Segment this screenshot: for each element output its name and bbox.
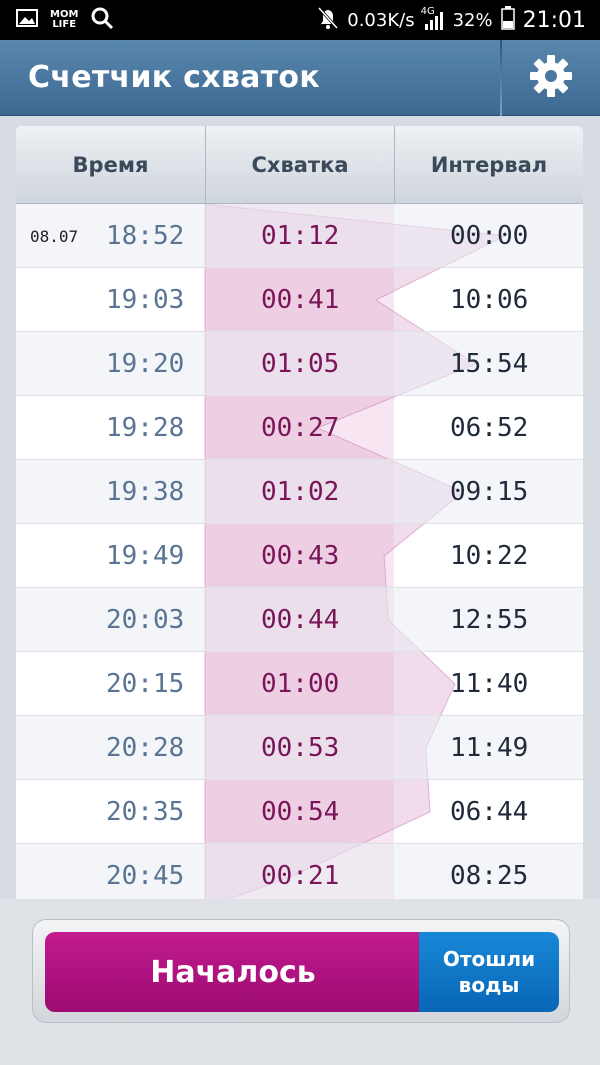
status-bar: MOM LIFE 0.03K/s 4G 32% 21:01 — [0, 0, 600, 40]
table-row[interactable]: 20:28 00:53 11:49 — [16, 716, 583, 780]
row-interval: 06:52 — [450, 413, 529, 443]
row-time: 19:49 — [106, 541, 185, 571]
table-row[interactable]: 19:38 01:02 09:15 — [16, 460, 583, 524]
row-duration: 00:27 — [261, 413, 340, 443]
table-row[interactable]: 20:45 00:21 08:25 — [16, 844, 583, 899]
app-title: Счетчик схваток — [28, 60, 320, 95]
content-area: 08.07 18:52 01:12 00:00 19:03 00:41 10:06 19:20… — [0, 116, 600, 1065]
header-interval: Интервал — [430, 153, 548, 177]
row-time: 18:52 — [106, 221, 185, 251]
row-duration: 00:53 — [261, 733, 340, 763]
row-duration: 00:43 — [261, 541, 340, 571]
row-interval: 00:00 — [450, 221, 529, 251]
header-duration: Схватка — [251, 153, 349, 177]
status-clock: 21:01 — [522, 7, 586, 33]
row-interval: 11:40 — [450, 669, 529, 699]
net-speed: 0.03K/s — [347, 9, 415, 31]
row-time: 20:35 — [106, 797, 185, 827]
settings-button[interactable] — [502, 40, 600, 116]
row-interval: 10:22 — [450, 541, 529, 571]
row-time: 20:28 — [106, 733, 185, 763]
row-duration: 00:44 — [261, 605, 340, 635]
table-row[interactable]: 20:03 00:44 12:55 — [16, 588, 583, 652]
mom-life-badge: MOM LIFE — [50, 9, 79, 30]
table-row[interactable]: 20:15 01:00 11:40 — [16, 652, 583, 716]
action-buttons: Началось Отошли воды — [32, 919, 570, 1023]
network-type: 4G — [420, 6, 435, 17]
row-date: 08.07 — [30, 226, 79, 246]
row-interval: 10:06 — [450, 285, 529, 315]
row-duration: 01:12 — [261, 221, 340, 251]
table-row[interactable]: 19:20 01:05 15:54 — [16, 332, 583, 396]
row-interval: 06:44 — [450, 797, 529, 827]
row-time: 19:38 — [106, 477, 185, 507]
row-interval: 15:54 — [450, 349, 529, 379]
header-time: Время — [72, 153, 149, 177]
row-duration: 00:21 — [261, 861, 340, 891]
row-interval: 11:49 — [450, 733, 529, 763]
row-time: 19:03 — [106, 285, 185, 315]
table-row[interactable]: 20:35 00:54 06:44 — [16, 780, 583, 844]
bottom-panel: Началось Отошли воды — [0, 899, 600, 1065]
row-time: 19:28 — [106, 413, 185, 443]
row-interval: 08:25 — [450, 861, 529, 891]
row-time: 20:03 — [106, 605, 185, 635]
row-duration: 01:00 — [261, 669, 340, 699]
row-duration: 00:54 — [261, 797, 340, 827]
row-time: 19:20 — [106, 349, 185, 379]
start-contraction-button[interactable]: Началось — [45, 932, 421, 1012]
battery-percent: 32% — [452, 9, 493, 31]
water-broke-label: Отошли воды — [442, 947, 536, 997]
contractions-table[interactable]: 08.07 18:52 01:12 00:00 19:03 00:41 10:06 19:20… — [16, 126, 583, 899]
table-row[interactable]: 19:03 00:41 10:06 — [16, 268, 583, 332]
water-broke-button[interactable]: Отошли воды — [419, 932, 559, 1012]
row-duration: 00:41 — [261, 285, 340, 315]
row-interval: 09:15 — [450, 477, 529, 507]
battery-icon — [500, 6, 515, 34]
signal-icon: 4G — [421, 6, 445, 30]
row-time: 20:15 — [106, 669, 185, 699]
row-duration: 01:02 — [261, 477, 340, 507]
app-bar: Счетчик схваток — [0, 40, 600, 116]
image-icon — [16, 9, 38, 31]
search-icon — [90, 6, 114, 34]
table-row[interactable]: 19:49 00:43 10:22 — [16, 524, 583, 588]
bell-off-icon — [317, 6, 339, 34]
table-row[interactable]: 08.07 18:52 01:12 00:00 — [16, 204, 583, 268]
table-header: Время Схватка Интервал — [16, 126, 583, 204]
row-time: 20:45 — [106, 861, 185, 891]
gear-icon — [528, 53, 574, 103]
row-duration: 01:05 — [261, 349, 340, 379]
row-interval: 12:55 — [450, 605, 529, 635]
table-row[interactable]: 19:28 00:27 06:52 — [16, 396, 583, 460]
